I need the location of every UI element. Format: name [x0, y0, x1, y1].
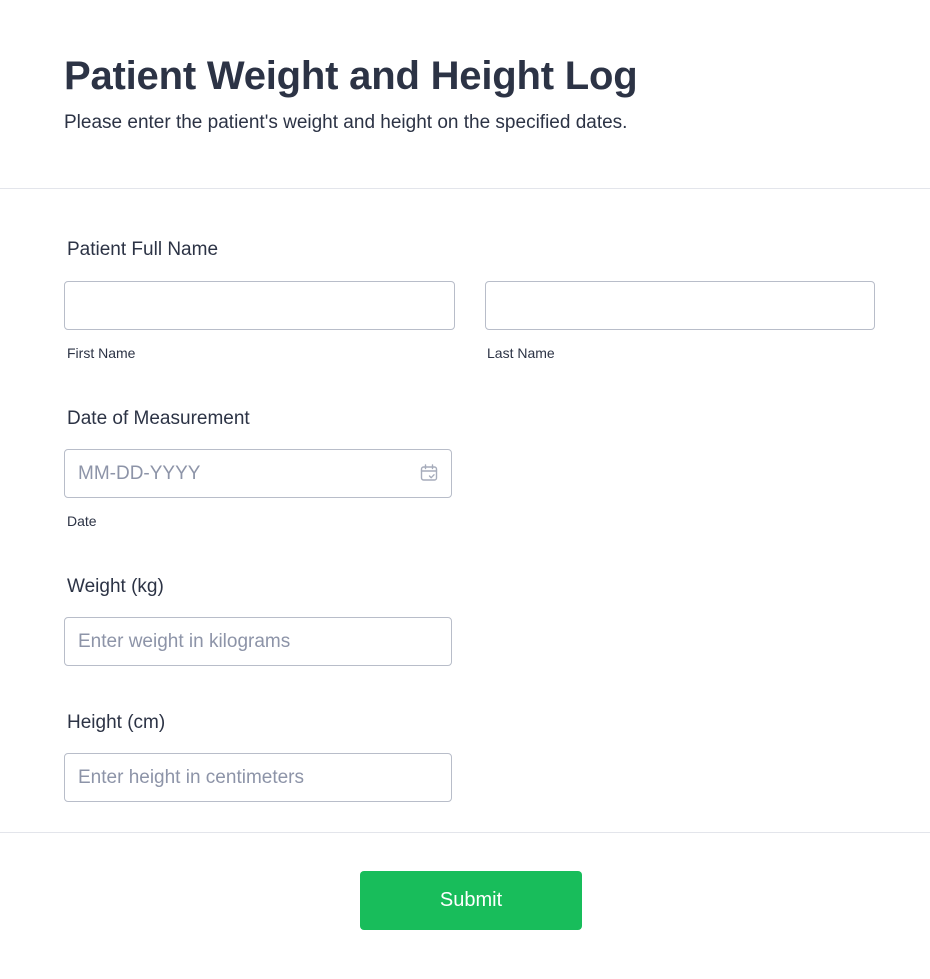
- date-input[interactable]: [64, 449, 452, 498]
- height-label: Height (cm): [67, 712, 166, 733]
- weight-input[interactable]: [64, 617, 452, 666]
- footer-divider: [0, 832, 930, 833]
- form-header: Patient Weight and Height Log Please ent…: [0, 0, 930, 189]
- submit-button[interactable]: Submit: [360, 871, 582, 930]
- page-title: Patient Weight and Height Log: [64, 54, 638, 98]
- last-name-input[interactable]: [485, 281, 875, 330]
- date-label: Date of Measurement: [67, 408, 250, 429]
- weight-label: Weight (kg): [67, 576, 164, 597]
- first-name-sublabel: First Name: [67, 345, 136, 361]
- date-field: [64, 449, 452, 498]
- last-name-sublabel: Last Name: [487, 345, 555, 361]
- page-subtitle: Please enter the patient's weight and he…: [64, 112, 628, 133]
- calendar-icon[interactable]: [419, 463, 439, 483]
- date-sublabel: Date: [67, 513, 97, 529]
- height-input[interactable]: [64, 753, 452, 802]
- first-name-input[interactable]: [64, 281, 455, 330]
- patient-name-label: Patient Full Name: [67, 239, 219, 260]
